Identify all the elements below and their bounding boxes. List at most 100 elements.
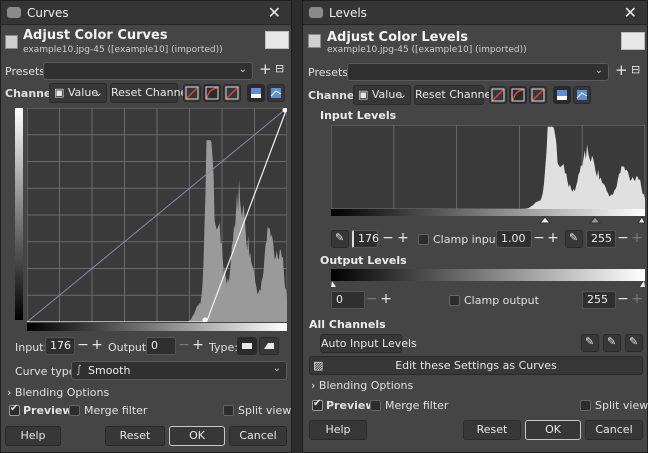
chevron-right-icon: ›	[311, 379, 316, 392]
presets-combo[interactable]: ⌄	[43, 62, 253, 80]
bar-histogram-icon[interactable]	[553, 86, 571, 104]
input-high-increment-button[interactable]: +	[630, 230, 644, 248]
chevron-down-icon: ⌄	[238, 64, 247, 75]
merge-filter-label: Merge filter	[84, 404, 148, 417]
line-histogram-icon[interactable]	[573, 86, 591, 104]
reset-channel-button[interactable]: Reset Channel	[110, 83, 190, 103]
output-high-decrement-button[interactable]: −	[616, 291, 630, 309]
output-white-handle[interactable]	[640, 281, 645, 287]
blending-options-expander[interactable]: › Blending Options	[7, 386, 109, 399]
input-low-decrement-button[interactable]: −	[381, 230, 395, 248]
input-decrement-button[interactable]: −	[76, 337, 90, 355]
linear-histogram-icon[interactable]	[183, 84, 201, 102]
preview-checkbox[interactable]	[9, 403, 20, 416]
output-low-increment-button[interactable]: +	[379, 291, 393, 309]
reset-button[interactable]: Reset	[463, 420, 521, 440]
input-low-increment-button[interactable]: +	[396, 230, 410, 248]
levels-header-subtitle: example10.jpg-45 ([example10] (imported)…	[327, 45, 527, 55]
merge-filter-label: Merge filter	[385, 399, 449, 412]
output-high-increment-button[interactable]: +	[630, 291, 644, 309]
preview-label: Preview	[23, 404, 73, 417]
merge-filter-checkbox[interactable]	[69, 405, 80, 416]
input-increment-button[interactable]: +	[90, 337, 104, 355]
pick-black-all-button[interactable]: ✎	[581, 334, 599, 352]
add-preset-icon[interactable]: +	[259, 60, 272, 78]
channel-icon: ▣	[54, 86, 68, 99]
output-decrement-button[interactable]: −	[177, 337, 191, 355]
cancel-button[interactable]: Cancel	[585, 420, 643, 440]
presets-combo[interactable]: ⌄	[347, 63, 609, 81]
histogram-scale-icon[interactable]	[223, 84, 241, 102]
gamma-decrement-button[interactable]: −	[532, 230, 546, 248]
gamma-increment-button[interactable]: +	[546, 230, 560, 248]
ok-button[interactable]: OK	[169, 426, 225, 446]
cancel-button[interactable]: Cancel	[229, 426, 287, 446]
blending-options-expander[interactable]: › Blending Options	[311, 379, 413, 392]
chevron-down-icon: ⌄	[594, 65, 603, 76]
pick-black-point-button[interactable]: ✎	[331, 230, 349, 248]
log-histogram-icon[interactable]	[509, 86, 527, 104]
histogram-scale-icon[interactable]	[529, 86, 547, 104]
curve-type-value: Smooth	[88, 364, 131, 377]
pick-white-point-button[interactable]: ✎	[565, 230, 583, 248]
input-high-decrement-button[interactable]: −	[616, 230, 630, 248]
output-field[interactable]: 0	[146, 337, 176, 355]
auto-input-levels-button[interactable]: Auto Input Levels	[320, 334, 417, 353]
image-thumbnail	[621, 32, 645, 50]
pick-white-all-button[interactable]: ✎	[625, 334, 643, 352]
black-point-handle[interactable]	[538, 216, 552, 224]
edit-as-curves-button[interactable]: ▨ Edit these Settings as Curves	[309, 356, 643, 375]
output-low-decrement-button[interactable]: −	[365, 291, 379, 309]
reset-channel-button[interactable]: Reset Channel	[414, 85, 494, 105]
levels-dialog: Levels ✕ Adjust Color Levels example10.j…	[302, 0, 648, 453]
help-button[interactable]: Help	[309, 420, 367, 440]
input-low-field[interactable]: 176	[352, 230, 379, 248]
gamma-field[interactable]: 1.00	[496, 230, 532, 248]
reset-button[interactable]: Reset	[105, 426, 165, 446]
white-point-handle[interactable]	[637, 216, 645, 224]
output-slider-handles[interactable]	[331, 280, 645, 288]
output-black-handle[interactable]	[331, 281, 336, 287]
type-label: Type:	[209, 341, 238, 354]
eyedropper-icon: ✎	[607, 335, 617, 348]
help-button[interactable]: Help	[5, 426, 61, 446]
preset-menu-icon[interactable]: ⊟	[275, 62, 284, 75]
close-icon[interactable]: ✕	[624, 3, 637, 22]
levels-histogram	[331, 125, 645, 209]
smooth-point-icon[interactable]	[237, 337, 257, 355]
curve-type-combo[interactable]: ∫ Smooth ⌄	[71, 361, 287, 380]
corner-point-icon[interactable]	[259, 337, 279, 355]
input-slider-handles[interactable]	[331, 215, 645, 225]
log-histogram-icon[interactable]	[203, 84, 221, 102]
output-increment-button[interactable]: +	[191, 337, 205, 355]
clamp-input-checkbox[interactable]	[418, 234, 429, 245]
merge-filter-checkbox[interactable]	[370, 400, 381, 411]
input-field[interactable]: 176	[45, 337, 75, 355]
line-histogram-icon[interactable]	[267, 84, 285, 102]
close-icon[interactable]: ✕	[268, 3, 281, 22]
split-view-checkbox[interactable]	[223, 405, 234, 416]
clamp-output-checkbox[interactable]	[449, 295, 460, 306]
input-high-field[interactable]: 255	[586, 230, 616, 248]
output-low-field[interactable]: 0	[331, 291, 365, 309]
linear-histogram-icon[interactable]	[489, 86, 507, 104]
image-thumbnail	[265, 31, 289, 49]
output-high-field[interactable]: 255	[582, 291, 616, 309]
preview-checkbox[interactable]	[312, 398, 323, 411]
ok-button[interactable]: OK	[525, 420, 581, 440]
gamma-handle[interactable]	[588, 216, 602, 224]
channel-combo[interactable]: ▣ Value ⌄	[49, 83, 107, 103]
channel-combo[interactable]: ▣ Value ⌄	[353, 85, 411, 105]
levels-tool-icon	[308, 34, 321, 48]
curve-graph[interactable]	[27, 108, 287, 322]
split-view-checkbox[interactable]	[580, 400, 591, 411]
levels-titlebar: Levels ✕	[303, 1, 647, 25]
pick-gray-all-button[interactable]: ✎	[603, 334, 621, 352]
curves-dialog: Curves ✕ Adjust Color Curves example10.j…	[0, 0, 292, 453]
input-label: Input:	[15, 341, 48, 354]
split-view-label: Split view	[595, 399, 648, 412]
channel-icon: ▣	[358, 88, 372, 101]
bar-histogram-icon[interactable]	[247, 84, 265, 102]
preset-menu-icon[interactable]: ⊟	[631, 63, 640, 76]
add-preset-icon[interactable]: +	[615, 61, 628, 79]
